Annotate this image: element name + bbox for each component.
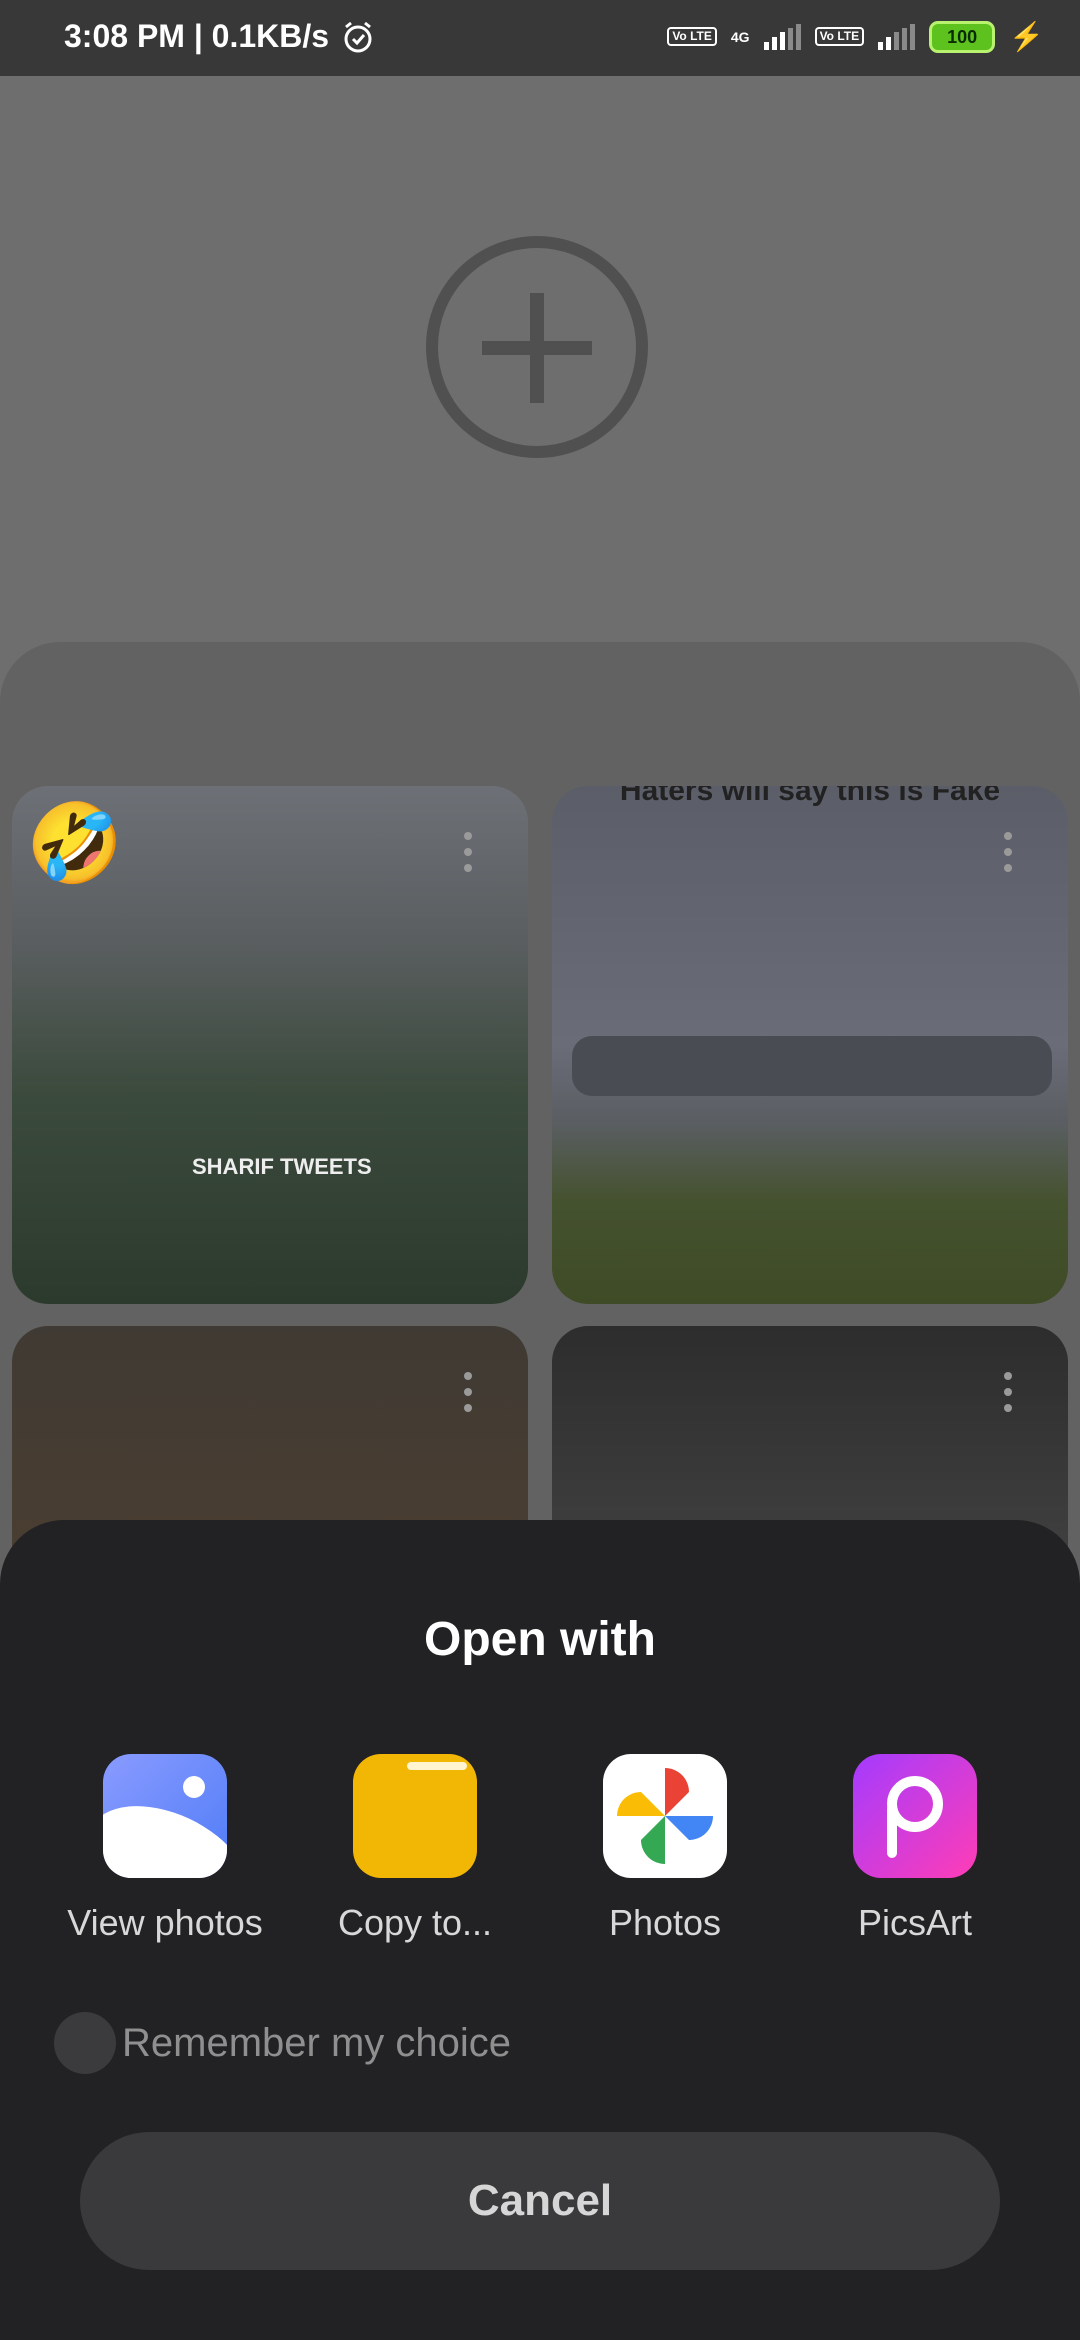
more-options-icon[interactable] (464, 832, 472, 880)
remember-choice-row[interactable]: Remember my choice (54, 2012, 511, 2074)
open-with-sheet: Open with View photos Copy to... Photos (0, 1520, 1080, 2340)
app-photos[interactable]: Photos (540, 1754, 790, 1944)
app-label: PicsArt (857, 1902, 972, 1943)
volte-badge-1: Vo LTE (667, 27, 717, 46)
watermark-text: SHARIF TWEETS (192, 1154, 372, 1179)
alarm-icon (344, 21, 372, 52)
battery-icon: 100 (929, 20, 996, 53)
more-options-icon[interactable] (464, 1372, 472, 1420)
app-view-photos[interactable]: View photos (40, 1754, 290, 1944)
laughing-emoji-icon: 🤣 (26, 799, 124, 887)
app-label: Copy to... (337, 1902, 493, 1943)
charging-icon: ⚡ (1009, 21, 1044, 52)
status-time-speed: 3:08 PM | 0.1KB/s (64, 18, 330, 54)
app-picsart[interactable]: PicsArt (790, 1754, 1040, 1944)
plus-icon-v (530, 293, 544, 403)
sheet-title: Open with (424, 1613, 656, 1666)
signal-group-1: 4G (731, 30, 750, 44)
google-photos-icon (603, 1754, 727, 1878)
status-left: 3:08 PM | 0.1KB/s (64, 18, 375, 55)
video-caption: Haters will say this is Fake (619, 786, 1001, 807)
video-tile-1[interactable]: 🤣 SHARIF TWEETS (12, 786, 528, 1304)
picsart-icon (853, 1754, 977, 1878)
status-bar: 3:08 PM | 0.1KB/s Vo LTE 4G Vo LTE 100 ⚡ (0, 0, 1080, 76)
signal-icon-2 (878, 23, 916, 50)
remember-label: Remember my choice (122, 2020, 512, 2065)
status-right: Vo LTE 4G Vo LTE 100 ⚡ (667, 20, 1044, 53)
app-label: View photos (67, 1902, 263, 1943)
network-type: 4G (730, 28, 750, 45)
more-options-icon[interactable] (1004, 832, 1012, 880)
video-tile-2[interactable]: Haters will say this is Fake (552, 786, 1068, 1304)
signal-icon-1 (763, 23, 801, 50)
remember-checkbox[interactable] (54, 2012, 116, 2074)
add-button[interactable] (426, 236, 648, 458)
gallery-icon (103, 1754, 227, 1878)
cancel-button[interactable]: Cancel (80, 2132, 1000, 2270)
app-label: Photos (608, 1902, 722, 1943)
airplane-image (572, 1036, 1052, 1096)
more-options-icon[interactable] (1004, 1372, 1012, 1420)
app-copy-to[interactable]: Copy to... (290, 1754, 540, 1944)
volte-badge-2: Vo LTE (814, 27, 865, 46)
folder-icon (353, 1754, 477, 1878)
